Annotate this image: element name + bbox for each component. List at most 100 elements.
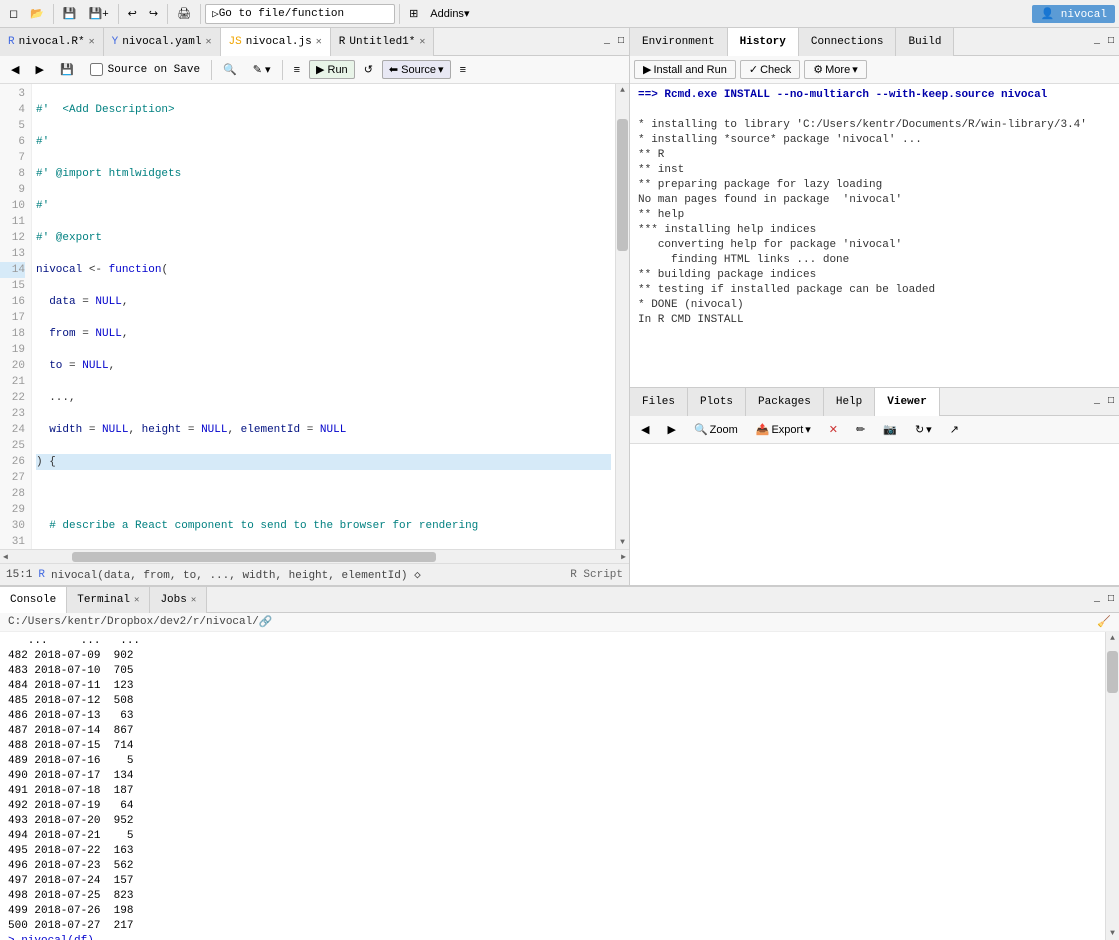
hscroll-right-arrow[interactable]: ▶ — [618, 550, 629, 564]
user-icon: 👤 — [1040, 9, 1054, 21]
go-to-file-btn[interactable]: ▷ Go to file/function — [205, 4, 395, 24]
code-tools-btn[interactable]: ✎ ▾ — [246, 60, 278, 79]
viewer-refresh-btn[interactable]: ↻ ▾ — [908, 420, 939, 439]
tab-nivocal-yaml-close[interactable]: ✕ — [205, 36, 211, 48]
zoom-btn[interactable]: 🔍 Zoom — [687, 420, 745, 439]
nav-forward-btn[interactable]: ▶ — [28, 60, 50, 79]
ln-18: 18 — [0, 326, 25, 342]
hscroll-track[interactable] — [11, 552, 618, 562]
lint-btn[interactable]: ≡ — [287, 61, 307, 79]
find-btn[interactable]: 🔍 — [216, 60, 244, 79]
tab-history[interactable]: History — [728, 28, 799, 56]
jobs-tab-close[interactable]: ✕ — [191, 595, 196, 605]
tab-connections[interactable]: Connections — [799, 28, 897, 56]
source-on-save-checkbox[interactable] — [90, 63, 103, 76]
console-row-496: 496 2018-07-23 562 — [8, 859, 1097, 874]
tab-packages[interactable]: Packages — [746, 388, 824, 416]
editor-vscroll[interactable]: ▲ ▼ — [615, 84, 629, 549]
console-tab[interactable]: Console — [0, 587, 67, 613]
open-file-btn[interactable]: 📂 — [25, 4, 49, 23]
save-doc-btn[interactable]: 💾 — [53, 60, 81, 79]
viewer-forward-btn[interactable]: ▶ — [660, 420, 682, 439]
save-all-btn[interactable]: 💾+ — [84, 4, 114, 23]
menu-btn[interactable]: ≡ — [453, 61, 473, 79]
tab-nivocal-r[interactable]: R nivocal.R* ✕ — [0, 28, 104, 56]
console-clear-icon[interactable]: 🧹 — [1097, 615, 1111, 629]
scroll-thumb[interactable] — [617, 119, 628, 251]
ln-20: 20 — [0, 358, 25, 374]
console-scroll-thumb[interactable] — [1107, 651, 1118, 693]
tab-build[interactable]: Build — [896, 28, 954, 56]
right-top-expand-btn[interactable]: □ — [1105, 35, 1117, 48]
console-scroll-up[interactable]: ▲ — [1108, 632, 1117, 645]
scroll-track[interactable] — [616, 97, 629, 536]
console-vscroll[interactable]: ▲ ▼ — [1105, 632, 1119, 940]
undo-btn[interactable]: ↩ — [123, 4, 142, 23]
more-btn[interactable]: ⚙ More ▾ — [804, 60, 866, 79]
hscroll-thumb[interactable] — [72, 552, 436, 562]
tab-js-icon: JS — [229, 36, 242, 48]
console-expand-btn[interactable]: □ — [1105, 593, 1117, 606]
right-bottom-expand-btn[interactable]: □ — [1105, 395, 1117, 408]
export-btn[interactable]: 📤 Export ▾ — [749, 420, 818, 439]
code-content[interactable]: #' <Add Description> #' #' @import htmlw… — [32, 84, 615, 549]
editor-hscroll[interactable]: ◀ ▶ — [0, 549, 629, 563]
tab-expand-btn[interactable]: □ — [615, 35, 627, 48]
scroll-down-arrow[interactable]: ▼ — [618, 536, 627, 549]
tab-environment[interactable]: Environment — [630, 28, 728, 56]
tab-help[interactable]: Help — [824, 388, 875, 416]
ln-4: 4 — [0, 102, 25, 118]
install-run-btn[interactable]: ▶ Install and Run — [634, 60, 736, 79]
source-label: ⬅ Source — [389, 63, 436, 76]
tab-collapse-btn[interactable]: _ — [601, 35, 613, 48]
tab-nivocal-js[interactable]: JS nivocal.js ✕ — [221, 28, 331, 56]
console-tab-label: Console — [10, 594, 56, 606]
source-on-save-label[interactable]: Source on Save — [83, 60, 207, 79]
viewer-back-btn[interactable]: ◀ — [634, 420, 656, 439]
tab-nivocal-r-close[interactable]: ✕ — [89, 36, 95, 48]
check-btn[interactable]: ✓ Check — [740, 60, 800, 79]
viewer-external-btn[interactable]: ↗ — [943, 420, 966, 439]
tab-nivocal-yaml-label: nivocal.yaml — [122, 36, 201, 48]
save-btn[interactable]: 💾 — [58, 4, 82, 23]
build-line-blank1 — [638, 103, 1111, 118]
addins-label: Addins — [430, 8, 464, 20]
console-output[interactable]: ... ... ... 482 2018-07-09 902 483 2018-… — [0, 632, 1105, 940]
ln-8: 8 — [0, 166, 25, 182]
ln-19: 19 — [0, 342, 25, 358]
code-line-12: ..., — [36, 390, 611, 406]
brush-icon: ✏ — [856, 423, 865, 436]
jobs-tab[interactable]: Jobs ✕ — [150, 587, 207, 613]
rerun-btn[interactable]: ↺ — [357, 60, 380, 79]
run-btn[interactable]: ▶ Run — [309, 60, 355, 79]
viewer-clear-btn[interactable]: ✕ — [822, 420, 845, 439]
right-top-minimize-btn[interactable]: _ — [1091, 35, 1103, 48]
ln-13: 13 — [0, 246, 25, 262]
console-scroll-down[interactable]: ▼ — [1108, 927, 1117, 940]
hscroll-left-arrow[interactable]: ◀ — [0, 550, 11, 564]
terminal-tab[interactable]: Terminal ✕ — [67, 587, 150, 613]
camera-icon: 📷 — [883, 423, 897, 436]
tab-nivocal-yaml[interactable]: Y nivocal.yaml ✕ — [104, 28, 221, 56]
console-scroll-track[interactable] — [1106, 645, 1119, 927]
terminal-tab-close[interactable]: ✕ — [134, 595, 139, 605]
tab-plots[interactable]: Plots — [688, 388, 746, 416]
right-bottom-minimize-btn[interactable]: _ — [1091, 395, 1103, 408]
console-minimize-btn[interactable]: _ — [1091, 593, 1103, 606]
scroll-up-arrow[interactable]: ▲ — [618, 84, 627, 97]
tab-nivocal-js-close[interactable]: ✕ — [316, 36, 322, 48]
tab-untitled1[interactable]: R Untitled1* ✕ — [331, 28, 435, 56]
grid-btn[interactable]: ⊞ — [404, 4, 423, 23]
print-btn[interactable]: 🖨 — [172, 4, 196, 23]
check-icon: ✓ — [749, 63, 758, 76]
source-btn[interactable]: ⬅ Source ▾ — [382, 60, 451, 79]
addins-btn[interactable]: Addins ▾ — [425, 4, 474, 23]
viewer-brush-btn[interactable]: ✏ — [849, 420, 872, 439]
new-file-btn[interactable]: ◻ — [4, 4, 23, 23]
tab-untitled1-close[interactable]: ✕ — [419, 36, 425, 48]
tab-viewer[interactable]: Viewer — [875, 388, 940, 416]
redo-btn[interactable]: ↪ — [144, 4, 163, 23]
viewer-camera-btn[interactable]: 📷 — [876, 420, 904, 439]
tab-files[interactable]: Files — [630, 388, 688, 416]
nav-back-btn[interactable]: ◀ — [4, 60, 26, 79]
